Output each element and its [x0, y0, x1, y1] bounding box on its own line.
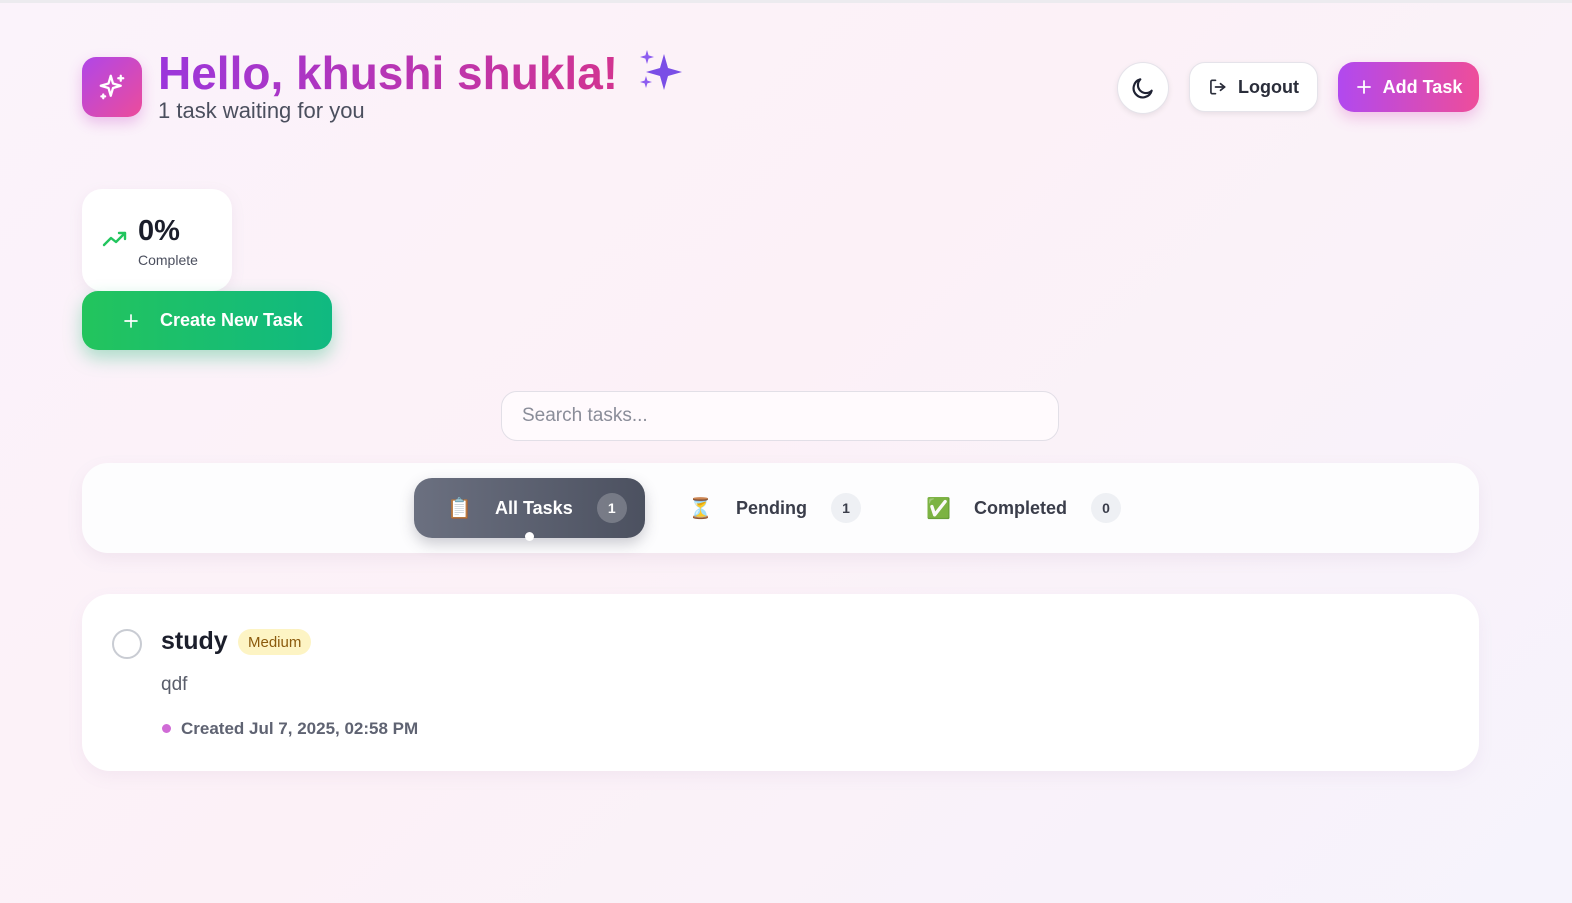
top-border: [0, 0, 1572, 3]
plus-icon: [124, 313, 138, 328]
task-description: qdf: [161, 674, 188, 695]
tab-count-badge: 1: [831, 493, 861, 523]
page-title: Hello, khushi shukla!: [158, 44, 618, 102]
app-logo: [82, 57, 142, 117]
tab-label: Pending: [736, 497, 807, 518]
theme-toggle-button[interactable]: [1117, 62, 1169, 114]
tab-count-badge: 1: [596, 493, 627, 523]
task-title: study: [161, 627, 228, 655]
sparkles-icon: [99, 74, 125, 100]
created-indicator-dot: [162, 724, 171, 733]
create-new-task-button[interactable]: Create New Task: [82, 291, 332, 350]
moon-icon: [1132, 78, 1153, 99]
filter-tabs: 📋 All Tasks 1 ⏳ Pending 1 ✅ Completed 0: [82, 463, 1479, 553]
task-complete-checkbox[interactable]: [112, 629, 142, 659]
tab-count-badge: 0: [1091, 493, 1122, 523]
task-card: study Medium qdf Created Jul 7, 2025, 02…: [82, 594, 1479, 771]
tab-label: All Tasks: [495, 497, 573, 518]
logout-button[interactable]: Logout: [1189, 62, 1318, 112]
sparkles-emoji-icon: [640, 50, 682, 90]
tab-label: Completed: [974, 497, 1068, 518]
trending-up-icon: [102, 231, 127, 247]
active-tab-indicator: [525, 532, 534, 541]
tab-all-tasks[interactable]: 📋 All Tasks 1: [414, 478, 645, 538]
task-created-timestamp: Created Jul 7, 2025, 02:58 PM: [181, 719, 419, 738]
hourglass-icon: ⏳: [688, 497, 713, 520]
add-task-label: Add Task: [1382, 76, 1463, 97]
logout-icon: [1210, 79, 1226, 95]
progress-stat-card: 0% Complete: [82, 189, 232, 291]
plus-icon: [1356, 80, 1371, 94]
logout-label: Logout: [1238, 76, 1299, 97]
tab-pending[interactable]: ⏳ Pending 1: [678, 478, 868, 538]
create-new-task-label: Create New Task: [160, 310, 303, 330]
add-task-button[interactable]: Add Task: [1338, 62, 1479, 112]
search-input[interactable]: [501, 391, 1059, 441]
clipboard-icon: 📋: [447, 497, 472, 520]
check-mark-icon: ✅: [926, 497, 951, 520]
tab-completed[interactable]: ✅ Completed 0: [916, 478, 1126, 538]
priority-badge: Medium: [238, 629, 312, 655]
progress-value: 0%: [138, 215, 180, 247]
progress-label: Complete: [138, 252, 198, 268]
page-subtitle: 1 task waiting for you: [158, 98, 365, 123]
